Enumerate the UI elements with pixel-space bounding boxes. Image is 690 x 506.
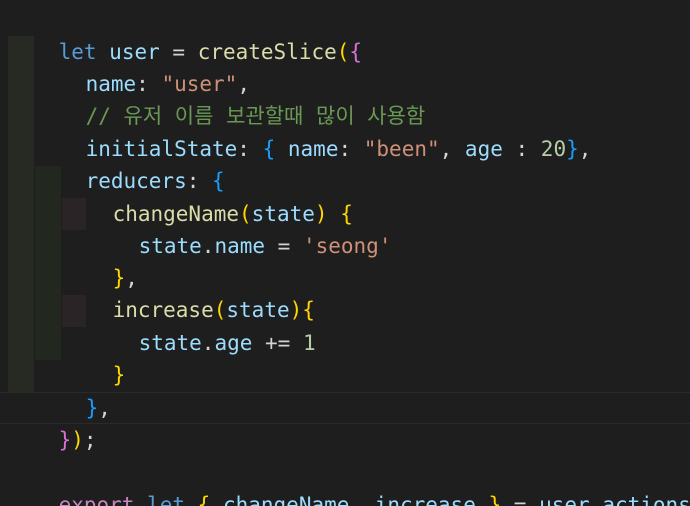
code-line-7[interactable]: state.name = 'seong': [0, 198, 690, 258]
keyword-export: export: [58, 493, 135, 506]
code-line-12[interactable]: },: [0, 360, 690, 420]
comma: ,: [349, 493, 363, 506]
code-line-13[interactable]: });: [0, 392, 690, 452]
code-line-5[interactable]: reducers: {: [0, 133, 690, 193]
code-line-14[interactable]: [0, 424, 690, 456]
code-line-11[interactable]: }: [0, 327, 690, 387]
code-line-2[interactable]: name: "user",: [0, 36, 690, 96]
identifier: changeName: [210, 493, 350, 506]
code-line-15[interactable]: export let { changeName, increase } = us…: [0, 457, 690, 506]
brace: }: [475, 493, 502, 506]
dot: .: [589, 493, 603, 506]
code-line-4[interactable]: initialState: { name: "been", age : 20},: [0, 101, 690, 161]
brace: {: [185, 493, 211, 506]
property: actions: [602, 493, 690, 506]
operator: =: [501, 493, 540, 506]
code-line-10[interactable]: state.age += 1: [0, 295, 690, 355]
code-line-6[interactable]: changeName(state) {: [0, 166, 690, 226]
code-line-3[interactable]: // 유저 이름 보관할때 많이 사용함: [0, 68, 690, 128]
code-line-1[interactable]: let user = createSlice({: [0, 4, 690, 64]
identifier-user: user: [539, 493, 590, 506]
identifier: increase: [362, 493, 476, 506]
keyword-let: let: [134, 493, 186, 506]
code-editor[interactable]: let user = createSlice({ name: "user", /…: [0, 0, 690, 506]
code-line-8[interactable]: },: [0, 230, 690, 290]
code-line-9[interactable]: increase(state){: [0, 262, 690, 322]
